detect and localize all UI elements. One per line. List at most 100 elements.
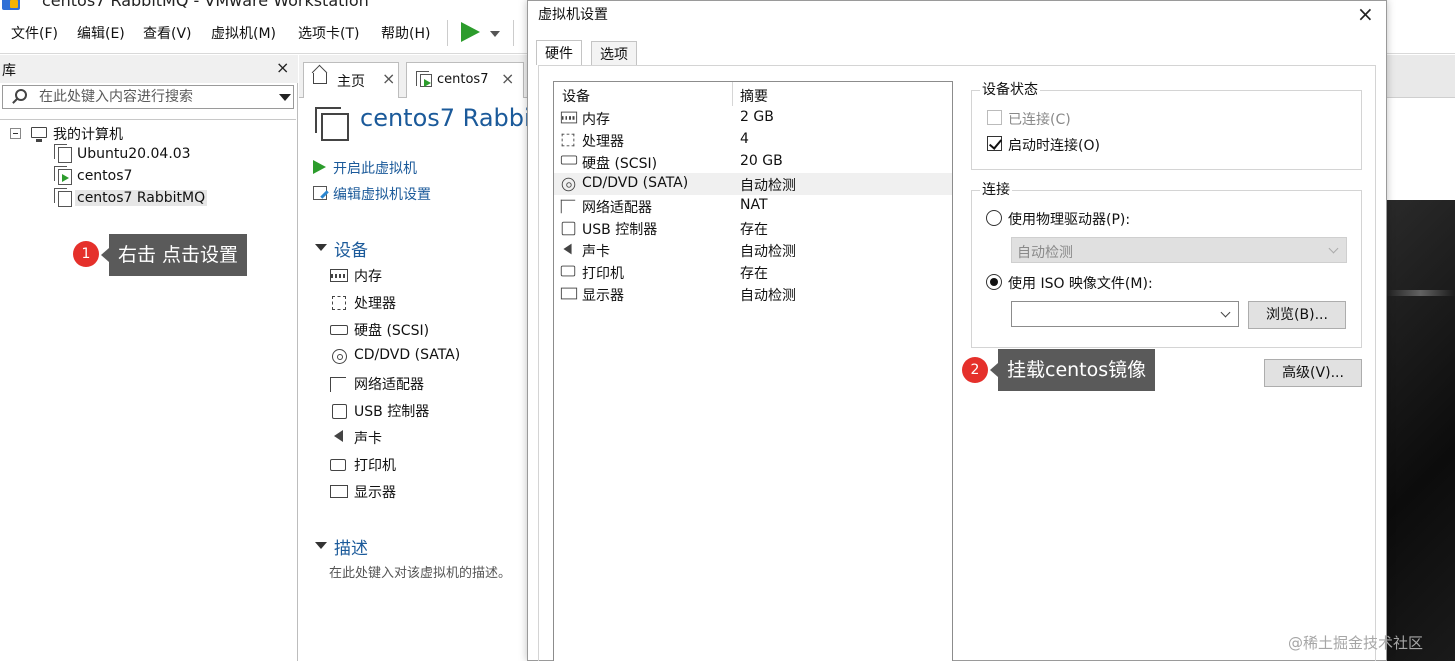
tree-item-vm-selected[interactable]: centos7 RabbitMQ — [0, 188, 296, 210]
monitor-icon — [330, 485, 348, 498]
document-tab-bar: 主页 × centos7 × — [299, 55, 529, 98]
step-2-callout: 挂载centos镜像 — [989, 349, 1156, 391]
device-row[interactable]: USB 控制器 — [332, 401, 430, 421]
device-label: CD/DVD (SATA) — [354, 347, 461, 363]
library-search-box[interactable] — [2, 85, 294, 109]
column-header-summary[interactable]: 摘要 — [740, 86, 768, 106]
device-row[interactable]: 声卡 — [334, 428, 382, 448]
description-section-header[interactable]: 描述 — [315, 534, 515, 559]
menu-view[interactable]: 查看(V) — [143, 23, 192, 43]
iso-image-label: 使用 ISO 映像文件(M): — [1008, 276, 1153, 292]
tree-item-my-computer[interactable]: 我的计算机 — [0, 122, 296, 144]
chevron-down-icon[interactable] — [490, 31, 500, 37]
device-list-row[interactable]: 声卡 自动检测 — [554, 239, 952, 261]
devices-section-header[interactable]: 设备 — [315, 236, 515, 261]
tree-item-vm[interactable]: centos7 — [0, 166, 296, 188]
device-row[interactable]: 网络适配器 — [330, 374, 424, 394]
toolbar-separator — [447, 20, 448, 46]
menu-edit[interactable]: 编辑(E) — [77, 23, 125, 43]
menu-help[interactable]: 帮助(H) — [381, 23, 430, 43]
description-placeholder[interactable]: 在此处键入对该虚拟机的描述。 — [329, 562, 511, 581]
iso-image-radio[interactable] — [986, 274, 1002, 290]
physical-drive-radio[interactable] — [986, 210, 1002, 226]
library-tree: 我的计算机 Ubuntu20.04.03 centos7 centos7 Rab… — [0, 119, 296, 659]
device-summary: 自动检测 — [740, 288, 796, 304]
column-header-device[interactable]: 设备 — [562, 86, 590, 106]
device-label: 处理器 — [354, 296, 396, 312]
menu-tabs[interactable]: 选项卡(T) — [298, 23, 359, 43]
edit-vm-settings-link[interactable]: 编辑虚拟机设置 — [313, 184, 431, 204]
iso-path-combobox[interactable] — [1011, 301, 1239, 327]
library-panel: 库 × 我的计算机 Ubuntu20.04.03 centos7 centos7… — [0, 55, 298, 661]
chevron-down-icon — [1328, 243, 1339, 254]
column-divider[interactable] — [732, 82, 733, 106]
action-label: 编辑虚拟机设置 — [333, 187, 431, 203]
connected-checkbox[interactable] — [987, 110, 1002, 125]
tab-centos7[interactable]: centos7 × — [406, 62, 524, 98]
close-icon[interactable]: × — [501, 69, 514, 88]
vm-icon — [54, 144, 72, 163]
network-adapter-icon — [330, 377, 346, 392]
tab-home[interactable]: 主页 × — [303, 62, 399, 98]
connect-at-power-on-checkbox[interactable] — [987, 136, 1002, 151]
power-on-vm-link[interactable]: 开启此虚拟机 — [313, 158, 417, 178]
tab-hardware[interactable]: 硬件 — [536, 40, 582, 65]
device-row[interactable]: 内存 — [330, 266, 382, 286]
step-2-marker: 2 — [962, 357, 988, 383]
cd-dvd-icon — [561, 177, 576, 192]
power-on-icon[interactable] — [461, 22, 480, 42]
device-summary: 2 GB — [740, 109, 774, 125]
device-name: 声卡 — [582, 244, 610, 260]
dialog-close-button[interactable]: × — [1357, 2, 1374, 26]
connected-label: 已连接(C) — [1008, 112, 1071, 128]
tree-item-vm[interactable]: Ubuntu20.04.03 — [0, 144, 296, 166]
device-list-row[interactable]: USB 控制器 存在 — [554, 217, 952, 239]
close-icon[interactable]: × — [382, 69, 395, 88]
edit-settings-icon — [313, 186, 327, 200]
device-row[interactable]: CD/DVD (SATA) — [332, 347, 461, 364]
hard-disk-icon — [560, 155, 578, 165]
device-list-row[interactable]: 打印机 存在 — [554, 261, 952, 283]
device-summary: 存在 — [740, 266, 768, 282]
device-label: USB 控制器 — [354, 404, 430, 420]
library-header: 库 × — [0, 55, 298, 83]
device-list-row[interactable]: 内存 2 GB — [554, 107, 952, 129]
home-icon — [313, 73, 327, 84]
device-name: 硬盘 (SCSI) — [582, 156, 658, 172]
device-list-row[interactable]: 显示器 自动检测 — [554, 283, 952, 305]
collapse-icon[interactable] — [10, 128, 21, 139]
device-list-row[interactable]: 网络适配器 NAT — [554, 195, 952, 217]
dialog-tabs: 硬件 选项 — [528, 40, 1386, 65]
speaker-icon — [563, 243, 572, 255]
device-list[interactable]: 设备 摘要 内存 2 GB 处理器 4 硬盘 (SCSI) 20 GB CD/DVD … — [553, 81, 953, 661]
window-title: centos7 RabbitMQ - VMware Workstation — [42, 0, 369, 10]
device-list-row-selected[interactable]: CD/DVD (SATA) 自动检测 — [554, 173, 952, 195]
device-label: 网络适配器 — [354, 377, 424, 393]
collapse-triangle-icon — [315, 542, 327, 549]
printer-icon — [330, 459, 346, 471]
search-dropdown-arrow-icon[interactable] — [279, 94, 291, 101]
menu-file[interactable]: 文件(F) — [11, 23, 58, 43]
device-name: 内存 — [582, 112, 610, 128]
usb-icon — [561, 221, 576, 236]
device-row[interactable]: 硬盘 (SCSI) — [330, 320, 429, 340]
device-list-row[interactable]: 处理器 4 — [554, 129, 952, 151]
advanced-button[interactable]: 高级(V)... — [1264, 359, 1362, 387]
vm-settings-dialog: 虚拟机设置 × 硬件 选项 设备 摘要 内存 2 GB 处理器 4 硬盘 (SCSI… — [527, 0, 1387, 661]
device-row[interactable]: 打印机 — [330, 455, 396, 475]
connect-at-power-on-label: 启动时连接(O) — [1008, 138, 1100, 154]
menu-vm[interactable]: 虚拟机(M) — [211, 23, 276, 43]
device-list-row[interactable]: 硬盘 (SCSI) 20 GB — [554, 151, 952, 173]
tree-item-label: centos7 RabbitMQ — [75, 190, 208, 206]
device-name: 处理器 — [582, 134, 624, 150]
library-close-button[interactable]: × — [276, 58, 289, 77]
cd-dvd-icon — [332, 349, 347, 364]
device-row[interactable]: 处理器 — [332, 293, 396, 313]
device-row[interactable]: 显示器 — [330, 482, 396, 502]
tab-options[interactable]: 选项 — [591, 41, 637, 65]
physical-drive-select[interactable]: 自动检测 — [1011, 237, 1347, 263]
library-search-input[interactable] — [39, 88, 269, 106]
browse-button[interactable]: 浏览(B)... — [1248, 301, 1346, 329]
device-name: CD/DVD (SATA) — [582, 175, 689, 191]
device-summary: 自动检测 — [740, 244, 796, 260]
